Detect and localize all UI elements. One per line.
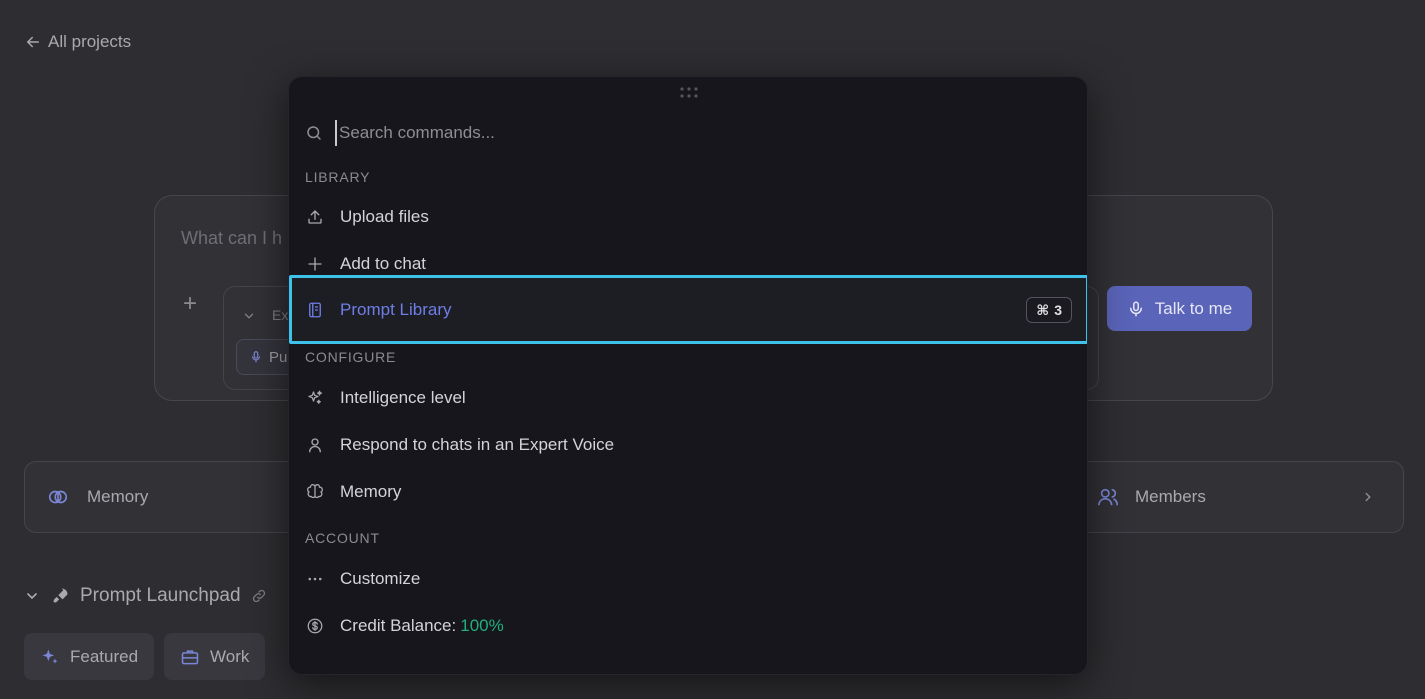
launchpad-tabs: Featured Work bbox=[24, 633, 266, 680]
upload-icon bbox=[305, 207, 325, 227]
drag-handle-icon[interactable] bbox=[679, 86, 699, 100]
command-prompt-library[interactable]: Prompt Library ⌘ 3 bbox=[289, 275, 1087, 344]
launchpad-title: Prompt Launchpad bbox=[80, 585, 241, 606]
shortcut-key: 3 bbox=[1054, 302, 1062, 318]
memory-strip-label: Memory bbox=[87, 487, 149, 506]
section-configure-label: CONFIGURE bbox=[305, 349, 397, 365]
credit-balance-value: 100% bbox=[460, 616, 504, 635]
command-expert-voice[interactable]: Respond to chats in an Expert Voice bbox=[289, 423, 1087, 467]
command-customize[interactable]: Customize bbox=[289, 557, 1087, 601]
tab-featured-label: Featured bbox=[70, 646, 139, 666]
command-upload-files-label: Upload files bbox=[340, 207, 429, 226]
command-intelligence-level-label: Intelligence level bbox=[340, 388, 466, 407]
composer-chip-label: Pu bbox=[269, 348, 288, 366]
tab-work-label: Work bbox=[210, 646, 250, 666]
sparkles-icon bbox=[305, 388, 325, 408]
command-add-to-chat-label: Add to chat bbox=[340, 254, 427, 273]
user-icon bbox=[305, 435, 325, 455]
link-icon[interactable] bbox=[251, 588, 267, 604]
dollar-icon bbox=[305, 616, 325, 636]
members-strip-label: Members bbox=[1135, 487, 1206, 506]
tab-work[interactable]: Work bbox=[164, 633, 266, 680]
rocket-icon bbox=[53, 588, 68, 603]
chevron-right-icon[interactable] bbox=[1361, 488, 1375, 506]
back-link-label: All projects bbox=[48, 32, 132, 51]
command-prompt-library-label: Prompt Library bbox=[340, 299, 452, 319]
more-icon bbox=[305, 569, 325, 589]
command-intelligence-level[interactable]: Intelligence level bbox=[289, 376, 1087, 420]
book-icon bbox=[305, 300, 325, 320]
tab-featured[interactable]: Featured bbox=[24, 633, 155, 680]
microphone-icon bbox=[1129, 301, 1142, 316]
brain-icon bbox=[305, 482, 325, 502]
briefcase-icon bbox=[181, 649, 199, 664]
command-palette: LIBRARY Upload files Add to chat Prompt … bbox=[288, 76, 1088, 675]
sparkles-icon bbox=[42, 649, 58, 664]
mic-icon bbox=[251, 351, 261, 363]
search-icon bbox=[307, 126, 321, 140]
command-credit-balance-label: Credit Balance: bbox=[340, 616, 457, 635]
chevron-down-icon[interactable] bbox=[242, 309, 256, 323]
section-account-label: ACCOUNT bbox=[305, 530, 380, 546]
composer-placeholder[interactable]: What can I h bbox=[181, 228, 282, 249]
talk-button-label: Talk to me bbox=[1154, 298, 1233, 318]
command-key-symbol: ⌘ bbox=[1036, 301, 1050, 318]
command-memory[interactable]: Memory bbox=[289, 470, 1087, 514]
options-collapsed-label: Ex bbox=[272, 307, 289, 323]
command-search-row bbox=[305, 119, 1073, 147]
chevron-down-icon bbox=[27, 593, 37, 600]
plus-icon bbox=[305, 254, 325, 274]
memory-strip-item[interactable]: Memory bbox=[47, 486, 148, 508]
command-expert-voice-label: Respond to chats in an Expert Voice bbox=[340, 435, 615, 454]
section-library-label: LIBRARY bbox=[305, 169, 371, 185]
command-customize-label: Customize bbox=[340, 569, 421, 588]
command-memory-label: Memory bbox=[340, 482, 402, 501]
members-strip-item[interactable]: Members bbox=[1097, 486, 1206, 508]
arrow-left-icon bbox=[27, 36, 39, 48]
composer-add-button[interactable]: + bbox=[183, 292, 197, 316]
brain-icon bbox=[48, 490, 68, 504]
talk-to-me-button[interactable]: Talk to me bbox=[1107, 286, 1252, 331]
shortcut-badge: ⌘ 3 bbox=[1026, 297, 1072, 323]
command-search-input[interactable] bbox=[335, 120, 1073, 146]
launchpad-header[interactable]: Prompt Launchpad bbox=[24, 585, 267, 607]
users-icon bbox=[1098, 488, 1118, 506]
command-credit-balance[interactable]: Credit Balance: 100% bbox=[289, 604, 1087, 648]
back-to-projects-link[interactable]: All projects bbox=[24, 32, 131, 52]
command-upload-files[interactable]: Upload files bbox=[289, 195, 1087, 239]
